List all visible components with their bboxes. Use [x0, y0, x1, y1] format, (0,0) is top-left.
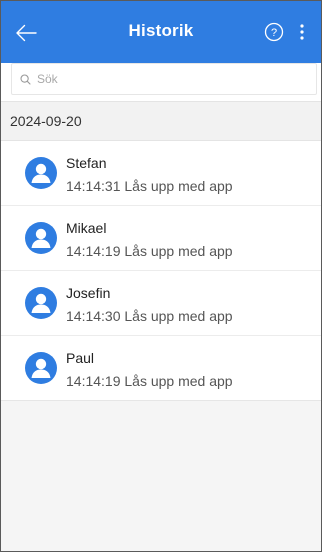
entry-detail: 14:14:30 Lås upp med app: [66, 308, 233, 324]
more-vertical-icon: [300, 24, 304, 40]
date-section-header: 2024-09-20: [1, 101, 321, 141]
search-input[interactable]: [37, 72, 277, 86]
entry-name: Josefin: [66, 285, 111, 301]
history-entry[interactable]: Mikael 14:14:19 Lås upp med app: [1, 206, 321, 271]
history-entry[interactable]: Josefin 14:14:30 Lås upp med app: [1, 271, 321, 336]
history-entry[interactable]: Stefan 14:14:31 Lås upp med app: [1, 141, 321, 206]
question-circle-icon: ?: [264, 22, 284, 42]
entry-name: Mikael: [66, 220, 107, 236]
app-screen: Historik ? 2024-09-20: [0, 0, 322, 552]
search-box[interactable]: [11, 63, 317, 95]
entry-detail: 14:14:19 Lås upp med app: [66, 373, 233, 389]
entry-name: Paul: [66, 350, 95, 366]
user-avatar-icon: [25, 352, 57, 384]
history-entry[interactable]: Paul 14:14:19 Lås upp med app: [1, 336, 321, 400]
entry-detail: 14:14:19 Lås upp med app: [66, 243, 233, 259]
user-avatar-icon: [25, 157, 57, 189]
user-avatar-icon: [25, 287, 57, 319]
entry-detail: 14:14:31 Lås upp med app: [66, 178, 233, 194]
user-avatar-icon: [25, 222, 57, 254]
more-menu-button[interactable]: [294, 19, 310, 45]
search-icon: [20, 73, 31, 85]
entry-name: Stefan: [66, 155, 107, 171]
history-list: Stefan 14:14:31 Lås upp med app Mikael 1…: [1, 141, 321, 400]
search-bar: [1, 63, 321, 101]
list-divider: [1, 400, 321, 401]
help-button[interactable]: ?: [263, 21, 285, 43]
svg-text:?: ?: [271, 27, 277, 39]
app-bar: Historik ?: [1, 1, 321, 63]
